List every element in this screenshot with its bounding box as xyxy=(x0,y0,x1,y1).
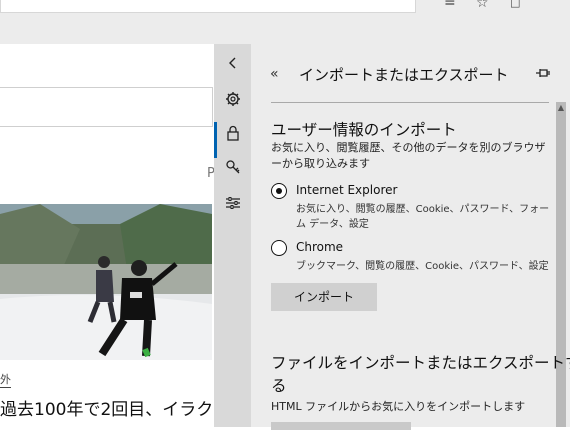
favorites-icon[interactable]: ☆ xyxy=(476,0,489,10)
hub-rail xyxy=(214,44,251,427)
option-label-ie[interactable]: Internet Explorer xyxy=(296,183,397,197)
import-description: お気に入り、閲覧履歴、その他のデータを別のブラウザーから取り込みます xyxy=(271,141,546,170)
address-bar[interactable] xyxy=(0,0,416,13)
import-heading: ユーザー情報のインポート xyxy=(271,121,457,139)
pin-icon[interactable] xyxy=(535,66,551,80)
option-detail-ie: お気に入り、閲覧の履歴、Cookie、パスワード、フォーム データ、設定 xyxy=(296,204,550,230)
news-photo[interactable] xyxy=(0,204,212,360)
radio-chrome[interactable] xyxy=(271,240,287,256)
import-button[interactable]: インポート xyxy=(271,283,377,311)
news-category[interactable]: 外 xyxy=(0,371,11,388)
file-section-description: HTML ファイルからお気に入りをインポートします xyxy=(271,400,526,413)
panel-header: « インポートまたはエクスポート xyxy=(251,60,570,88)
scroll-up-icon[interactable]: ▲ xyxy=(556,102,566,114)
import-export-panel: « インポートまたはエクスポート ▲ ユーザー情報のインポート お気に入り、閲覧… xyxy=(251,44,570,430)
file-section-heading-cont: る xyxy=(271,377,287,395)
panel-title: インポートまたはエクスポート xyxy=(299,66,509,84)
news-headline[interactable]: 過去100年で2回目、イラク xyxy=(0,395,214,420)
key-icon[interactable] xyxy=(214,150,251,184)
panel-scrollbar[interactable] xyxy=(556,102,566,427)
page-search-box[interactable] xyxy=(0,87,213,127)
back-button[interactable]: « xyxy=(270,66,279,82)
lock-icon[interactable] xyxy=(214,116,251,150)
radio-selected-dot xyxy=(276,188,282,194)
radio-internet-explorer[interactable] xyxy=(271,183,287,199)
sliders-icon[interactable] xyxy=(214,186,251,220)
option-detail-chrome: ブックマーク、閲覧の履歴、Cookie、パスワード、設定 xyxy=(296,261,549,272)
file-import-button[interactable] xyxy=(271,422,411,430)
reading-list-icon[interactable]: ≐ xyxy=(444,0,456,10)
gear-icon[interactable] xyxy=(214,82,251,116)
option-label-chrome[interactable]: Chrome xyxy=(296,240,343,254)
share-icon[interactable]: □ xyxy=(510,0,520,10)
file-section-heading: ファイルをインポートまたはエクスポートす xyxy=(271,354,570,372)
collapse-icon[interactable] xyxy=(214,46,251,80)
header-divider xyxy=(271,102,549,103)
